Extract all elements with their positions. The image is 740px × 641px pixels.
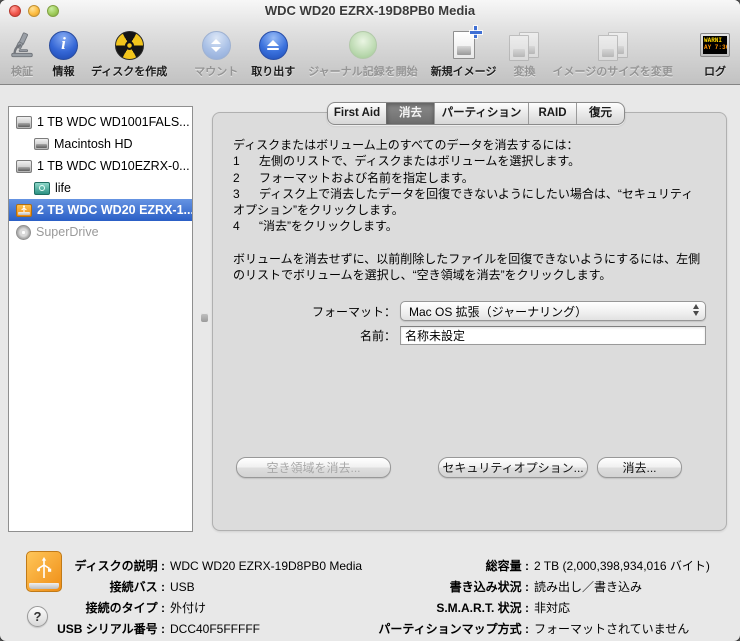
info-row: パーティションマップ方式 :フォーマットされていません <box>368 618 710 639</box>
info-icon: i <box>49 29 78 61</box>
convert-image-icon <box>509 29 539 61</box>
internal-disk-icon <box>16 116 32 129</box>
titlebar[interactable]: WDC WD20 EZRX-19D8PB0 Media <box>0 0 740 22</box>
instruction-step-1: 1左側のリストで、ディスクまたはボリュームを選択します。 <box>233 153 705 169</box>
help-button[interactable]: ? <box>27 606 48 627</box>
resize-image-icon <box>598 29 628 61</box>
microscope-icon <box>8 29 36 61</box>
usb-disk-icon <box>16 204 32 217</box>
tab-restore[interactable]: 復元 <box>576 103 624 124</box>
info-row: S.M.A.R.T. 状況 :非対応 <box>368 597 710 618</box>
window-title: WDC WD20 EZRX-19D8PB0 Media <box>0 0 740 22</box>
toolbar-convert-button: 変換 <box>509 29 539 79</box>
burn-icon <box>115 29 144 61</box>
format-row: フォーマット： Mac OS 拡張（ジャーナリング） <box>233 301 706 321</box>
toolbar-enable-journaling-button: ジャーナル記録を開始 <box>308 29 417 79</box>
erase-button[interactable]: 消去... <box>597 457 682 478</box>
instruction-step-2: 2フォーマットおよび名前を指定します。 <box>233 170 705 186</box>
erase-free-space-button: 空き領域を消去... <box>236 457 391 478</box>
list-item-volume-macintosh-hd[interactable]: Macintosh HD <box>9 133 192 155</box>
time-machine-volume-icon <box>34 182 50 195</box>
volume-icon <box>34 138 49 150</box>
list-item-superdrive[interactable]: SuperDrive <box>9 221 192 243</box>
list-item-volume-life[interactable]: life <box>9 177 192 199</box>
instructions-note: ボリュームを消去せずに、以前削除したファイルを回復できないようにするには、左側の… <box>233 251 705 284</box>
info-row: 総容量 :2 TB (2,000,398,934,016 バイト) <box>368 555 710 576</box>
splitter-grip[interactable] <box>201 313 208 322</box>
info-row: ディスクの説明 :WDC WD20 EZRX-19D8PB0 Media <box>56 555 362 576</box>
disk-info-right: 総容量 :2 TB (2,000,398,934,016 バイト) 書き込み状況… <box>368 555 710 639</box>
log-window-icon: WARNI AY 7:36 <box>700 29 730 61</box>
instruction-step-3: 3ディスク上で消去したデータを回復できないようにしたい場合は、“セキュリティオプ… <box>233 186 705 219</box>
instruction-step-4: 4“消去”をクリックします。 <box>233 218 705 234</box>
toolbar-info-button[interactable]: i 情報 <box>49 29 78 79</box>
toolbar-verify-button: 検証 <box>8 29 36 79</box>
toolbar-log-button[interactable]: WARNI AY 7:36 ログ <box>700 29 730 79</box>
tab-first-aid[interactable]: First Aid <box>328 103 386 124</box>
format-popup[interactable]: Mac OS 拡張（ジャーナリング） <box>400 301 706 321</box>
info-row: 接続バス :USB <box>56 576 362 597</box>
tab-partition[interactable]: パーティション <box>434 103 528 124</box>
tab-bar: First Aid 消去 パーティション RAID 復元 <box>327 102 625 125</box>
list-item-disk-wd20ezrx-selected[interactable]: 2 TB WDC WD20 EZRX-1... <box>9 199 192 221</box>
toolbar-resize-image-button: イメージのサイズを変更 <box>552 29 672 79</box>
toolbar-mount-button: マウント <box>194 29 238 79</box>
name-row: 名前： <box>233 326 706 345</box>
info-row: USB シリアル番号 :DCC40F5FFFFF <box>56 618 362 639</box>
list-item-disk-wd10ezrx[interactable]: 1 TB WDC WD10EZRX-0... <box>9 155 192 177</box>
name-label: 名前： <box>233 327 400 344</box>
toolbar: 検証 i 情報 ディスクを作成 マウント 取り出す <box>0 22 740 84</box>
popup-stepper-icon <box>693 304 699 316</box>
mount-icon <box>202 29 231 61</box>
info-row: 接続のタイプ :外付け <box>56 597 362 618</box>
name-input[interactable] <box>400 326 706 345</box>
disk-info-left: ディスクの説明 :WDC WD20 EZRX-19D8PB0 Media 接続バ… <box>56 555 362 639</box>
toolbar-eject-button[interactable]: 取り出す <box>251 29 295 79</box>
toolbar-burn-button[interactable]: ディスクを作成 <box>91 29 167 79</box>
disk-utility-window: WDC WD20 EZRX-19D8PB0 Media 検証 <box>0 0 740 641</box>
toolbar-new-image-button[interactable]: 新規イメージ <box>431 29 497 79</box>
info-row: 書き込み状況 :読み出し／書き込み <box>368 576 710 597</box>
eject-icon <box>259 29 288 61</box>
tab-raid[interactable]: RAID <box>528 103 576 124</box>
erase-instructions: ディスクまたはボリューム上のすべてのデータを消去するには： 1左側のリストで、デ… <box>233 137 705 283</box>
journal-icon <box>349 29 377 61</box>
security-options-button[interactable]: セキュリティオプション... <box>438 457 588 478</box>
internal-disk-icon <box>16 160 32 173</box>
new-image-icon <box>453 29 475 61</box>
list-item-disk-wd1001[interactable]: 1 TB WDC WD1001FALS... <box>9 111 192 133</box>
instructions-intro: ディスクまたはボリューム上のすべてのデータを消去するには： <box>233 137 705 153</box>
format-label: フォーマット： <box>233 303 400 320</box>
plus-badge-icon <box>470 26 482 38</box>
tab-erase[interactable]: 消去 <box>386 103 434 124</box>
optical-drive-icon <box>16 225 31 240</box>
window-chrome: WDC WD20 EZRX-19D8PB0 Media 検証 <box>0 0 740 85</box>
device-list: 1 TB WDC WD1001FALS... Macintosh HD 1 TB… <box>8 106 193 532</box>
